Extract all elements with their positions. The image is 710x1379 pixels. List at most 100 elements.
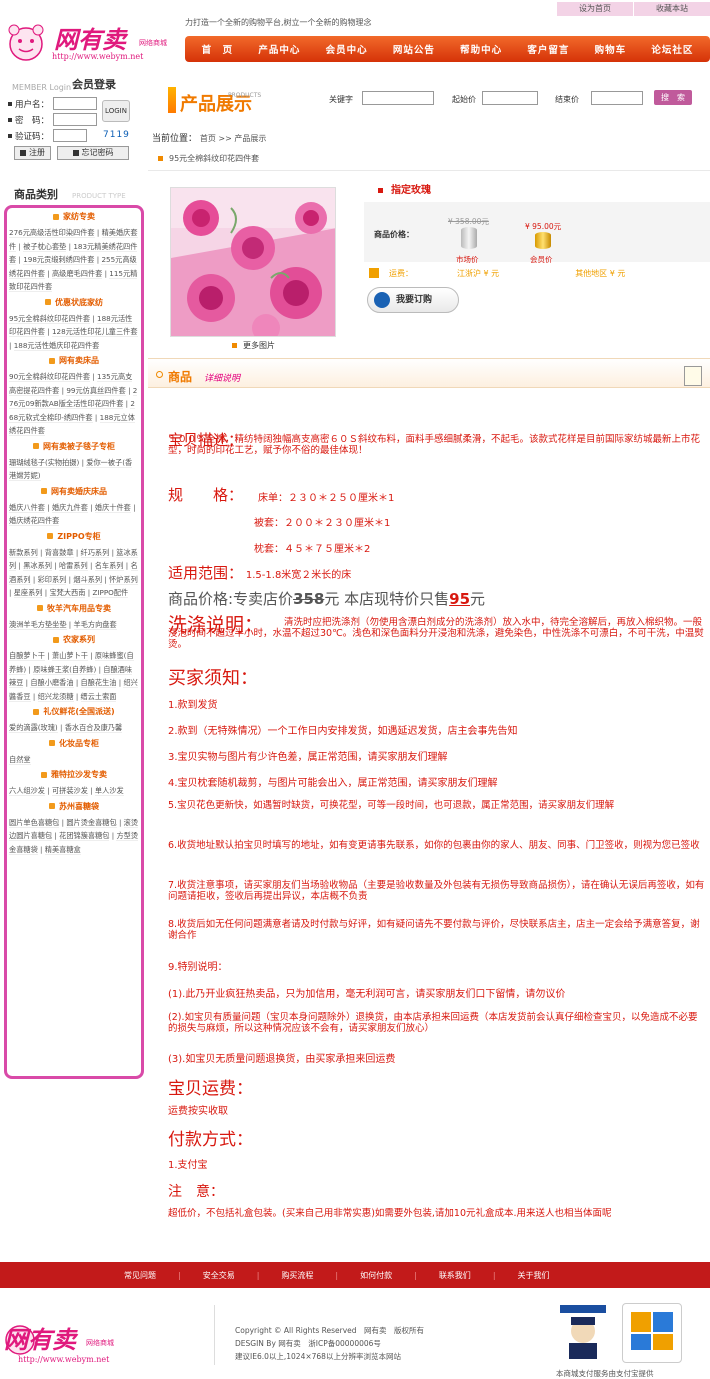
category-heading[interactable]: 化妆品专柜 bbox=[7, 735, 141, 753]
more-pictures-link[interactable]: 更多图片 bbox=[232, 340, 275, 351]
start-price-input[interactable] bbox=[482, 91, 538, 105]
category-item[interactable]: 自然堂 bbox=[9, 754, 31, 765]
category-items: 澳洲羊毛方垫坐垫 | 羊毛方向盘套 bbox=[7, 618, 141, 632]
category-item[interactable]: 276元高级活性印染四件套 bbox=[9, 228, 95, 238]
footer-process[interactable]: 购买流程 bbox=[281, 1270, 313, 1281]
footer-about[interactable]: 关于我们 bbox=[518, 1270, 550, 1281]
category-item[interactable]: 六人组沙发 bbox=[9, 786, 45, 796]
footer-copyright: Copyright © All Rights Reserved 网有卖 版权所有 bbox=[235, 1326, 425, 1335]
category-item[interactable]: 背喜鼓章 bbox=[44, 547, 74, 558]
category-item[interactable]: 188元活性婚庆印花四件套 bbox=[13, 340, 100, 351]
alipay-badge[interactable] bbox=[622, 1303, 682, 1363]
category-heading[interactable]: 网有卖婚庆床品 bbox=[7, 483, 141, 501]
nav-notices[interactable]: 网站公告 bbox=[393, 42, 435, 56]
breadcrumb-path[interactable]: 首页 >> 产品展示 bbox=[200, 134, 267, 143]
set-homepage-link[interactable]: 设为首页 bbox=[557, 2, 633, 16]
category-item[interactable]: 名车系列 bbox=[94, 561, 124, 571]
category-item[interactable]: 自酿花生油 bbox=[80, 678, 117, 688]
category-item[interactable]: 圆片烫金喜糖包 bbox=[66, 817, 117, 828]
nav-home[interactable]: 首 页 bbox=[202, 42, 234, 56]
category-item[interactable]: 婚庆八件套 bbox=[9, 502, 45, 513]
edit-icon[interactable] bbox=[684, 366, 702, 386]
category-item[interactable]: 被子枕心套垫 bbox=[23, 241, 67, 252]
category-item[interactable]: 彩印系列 bbox=[37, 574, 67, 585]
category-item[interactable]: 哈雷系列 bbox=[58, 561, 88, 571]
category-item[interactable]: 婚庆九件套 bbox=[51, 502, 88, 513]
category-bullet-icon bbox=[47, 533, 54, 539]
category-item[interactable]: 高级磨毛四件套 bbox=[51, 268, 103, 279]
category-heading[interactable]: 优惠状底家纺 bbox=[7, 294, 141, 312]
order-button[interactable]: 我要订购 bbox=[367, 287, 459, 313]
footer-contact[interactable]: 联系我们 bbox=[439, 1270, 471, 1281]
category-item[interactable]: 精美喜糖盒 bbox=[44, 844, 81, 855]
category-heading[interactable]: 网有卖床品 bbox=[7, 352, 141, 370]
category-heading[interactable]: 牧羊汽车用品专卖 bbox=[7, 600, 141, 618]
category-item[interactable]: 绍兴龙须糖 bbox=[37, 691, 74, 702]
category-item[interactable]: 花团锦簇喜糖包 bbox=[59, 831, 110, 841]
footer-payment[interactable]: 如何付款 bbox=[360, 1270, 392, 1281]
category-item[interactable]: 90元全棉斜纹印花四件套 bbox=[9, 372, 91, 382]
category-item[interactable]: 怀炉系列 bbox=[109, 574, 138, 585]
police-badge-icon[interactable] bbox=[560, 1305, 606, 1363]
category-heading[interactable]: 苏州喜糖袋 bbox=[7, 798, 141, 816]
category-heading[interactable]: 雅特拉沙发专卖 bbox=[7, 766, 141, 784]
category-item[interactable]: 黑冰系列 bbox=[23, 561, 52, 571]
category-item[interactable]: 婚庆十件套 bbox=[94, 502, 131, 513]
password-input[interactable] bbox=[53, 113, 97, 126]
category-heading[interactable]: ZIPPO专柜 bbox=[7, 528, 141, 546]
footer-faq[interactable]: 常见问题 bbox=[124, 1270, 156, 1281]
category-item[interactable]: 自酿萝卜干 bbox=[9, 651, 45, 661]
category-item[interactable]: 198元贡缎刺绣四件套 bbox=[23, 255, 95, 265]
category-items: 95元全棉斜纹印花四件套 | 188元活性印花四件套 | 128元活性印花儿童三… bbox=[7, 312, 141, 353]
category-item[interactable]: 宝梵大西南 bbox=[49, 588, 86, 598]
category-item[interactable]: 128元活性印花儿童三件套 bbox=[51, 327, 138, 337]
register-button[interactable]: 注册 bbox=[14, 146, 51, 160]
nav-cart[interactable]: 购物车 bbox=[595, 42, 627, 56]
bookmark-link[interactable]: 收藏本站 bbox=[633, 2, 710, 16]
category-item[interactable]: 烟斗系列 bbox=[73, 574, 103, 585]
username-input[interactable] bbox=[53, 97, 97, 110]
category-item[interactable]: ZIPPO配件 bbox=[92, 588, 129, 598]
category-item[interactable]: 新款系列 bbox=[9, 547, 38, 558]
category-item[interactable]: 自酿小磨香油 bbox=[30, 678, 74, 688]
end-price-input[interactable] bbox=[591, 91, 643, 105]
category-item[interactable]: 缙云土索面 bbox=[80, 691, 117, 702]
category-item[interactable]: 99元仿真丝四件套 bbox=[66, 385, 126, 396]
brand-logo-text[interactable]: 网有卖 bbox=[54, 20, 126, 55]
category-item[interactable]: 原味蜂王浆(自养蜂) bbox=[33, 664, 97, 675]
category-item[interactable]: 星座系列 bbox=[13, 588, 43, 598]
category-item[interactable]: 珊瑚绒毯子(实物拍摄) bbox=[9, 457, 80, 468]
category-heading[interactable]: 农家系列 bbox=[7, 631, 141, 649]
category-item[interactable]: 澳洲羊毛方垫坐垫 bbox=[9, 619, 67, 630]
category-item[interactable]: 萧山萝卜干 bbox=[51, 651, 88, 661]
nav-help[interactable]: 帮助中心 bbox=[460, 42, 502, 56]
category-item[interactable]: 单人沙发 bbox=[94, 786, 124, 796]
footer-secure[interactable]: 安全交易 bbox=[203, 1270, 235, 1281]
nav-messages[interactable]: 客户留言 bbox=[527, 42, 569, 56]
price-line-new: 95 bbox=[449, 590, 471, 608]
keyword-input[interactable] bbox=[362, 91, 434, 105]
category-heading[interactable]: 家纺专卖 bbox=[7, 208, 141, 226]
category-heading[interactable]: 礼仪鲜花(全国派送) bbox=[7, 703, 141, 721]
search-button[interactable]: 搜 索 bbox=[654, 90, 692, 105]
nav-products[interactable]: 产品中心 bbox=[258, 42, 300, 56]
pay-block: 付款方式： bbox=[168, 1125, 706, 1150]
product-image[interactable] bbox=[170, 187, 336, 337]
category-item[interactable]: 纤巧系列 bbox=[80, 547, 110, 558]
nav-member[interactable]: 会员中心 bbox=[326, 42, 368, 56]
category-item[interactable]: 羊毛方向盘套 bbox=[73, 619, 117, 630]
captcha-input[interactable] bbox=[53, 129, 87, 142]
category-item[interactable]: 圆片单色喜糖包 bbox=[9, 817, 60, 828]
price-line-mid: 元 本店现特价只售 bbox=[324, 590, 450, 608]
login-button[interactable]: LOGIN bbox=[102, 100, 130, 122]
category-item[interactable]: 爱的滴露(玫瑰) bbox=[9, 723, 58, 733]
category-item[interactable]: 婚庆绣花四件套 bbox=[9, 516, 60, 526]
footer-logo-text[interactable]: 网有卖 bbox=[4, 1320, 76, 1355]
category-item[interactable]: 95元全棉斜纹印花四件套 bbox=[9, 313, 91, 324]
category-heading[interactable]: 网有卖被子毯子专柜 bbox=[7, 438, 141, 456]
captcha-image[interactable]: 7119 bbox=[103, 130, 130, 140]
category-item[interactable]: 可拼装沙发 bbox=[51, 786, 88, 796]
category-item[interactable]: 香水百合及康乃馨 bbox=[64, 723, 123, 733]
nav-forum[interactable]: 论坛社区 bbox=[651, 42, 693, 56]
forgot-password-button[interactable]: 忘记密码 bbox=[57, 146, 129, 160]
